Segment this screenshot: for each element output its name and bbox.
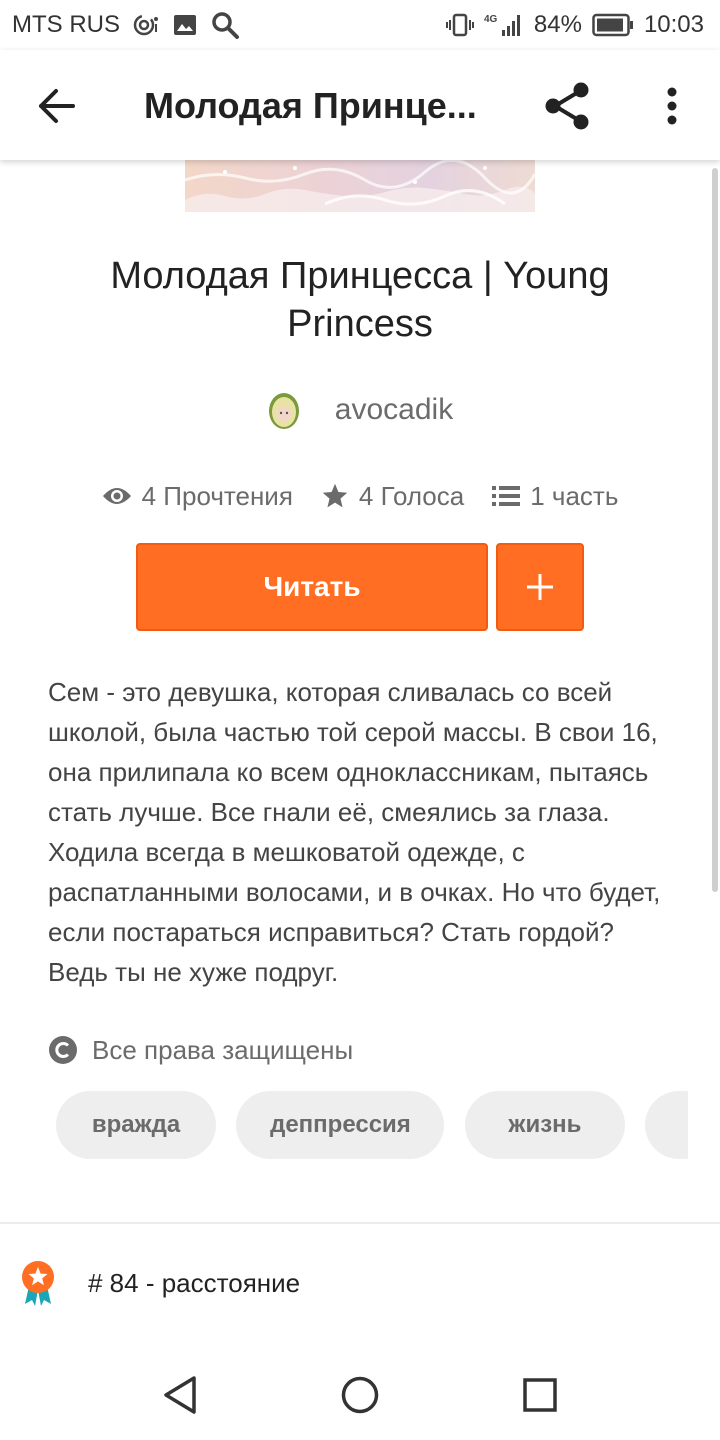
ranking-label[interactable]: # 84 - расстояние xyxy=(88,1268,300,1299)
story-description: Сем - это девушка, которая сливалась со … xyxy=(48,677,661,987)
share-button[interactable] xyxy=(540,78,596,134)
copyright-row: Все права защищены xyxy=(48,1030,353,1070)
reads-stat: 4 Прочтения xyxy=(102,481,293,512)
parts-stat: 1 часть xyxy=(492,481,618,512)
tag-chip[interactable]: ... xyxy=(645,1091,688,1159)
system-nav-bar xyxy=(0,1350,720,1440)
tag-chip[interactable]: деппрессия xyxy=(236,1091,445,1159)
reads-count: 4 Прочтения xyxy=(141,480,293,511)
copyright-label: Все права защищены xyxy=(92,1034,354,1065)
author-name[interactable]: avocadik xyxy=(335,393,453,427)
signal-icon: 4G xyxy=(484,11,524,39)
copyright-icon xyxy=(49,1036,77,1064)
image-icon xyxy=(172,12,198,38)
list-icon xyxy=(492,486,521,506)
app-bar-title: Молодая Принце... xyxy=(144,85,477,126)
nav-recents-icon xyxy=(523,1378,557,1412)
clock: 10:03 xyxy=(643,11,704,38)
battery-percent: 84% xyxy=(533,11,582,38)
battery-icon xyxy=(592,13,634,37)
vibrate-icon xyxy=(445,11,474,39)
nav-recents-button[interactable] xyxy=(515,1370,565,1420)
carrier-label: MTS RUS xyxy=(12,11,120,38)
network-label: 4G xyxy=(484,14,498,25)
share-icon xyxy=(545,82,589,130)
nav-back-button[interactable] xyxy=(155,1370,205,1420)
nav-back-icon xyxy=(164,1376,196,1414)
hotspot-icon xyxy=(132,11,160,39)
eye-icon xyxy=(102,488,131,504)
nav-home-icon xyxy=(341,1376,379,1414)
avatar xyxy=(268,393,299,429)
tag-chip[interactable]: жизнь xyxy=(464,1091,625,1159)
read-button[interactable]: Читать xyxy=(136,543,488,631)
story-title: Молодая Принцесса | Young Princess xyxy=(110,255,610,345)
ranking-badge-icon xyxy=(22,1261,54,1306)
plus-icon xyxy=(527,574,553,600)
star-icon xyxy=(322,483,348,508)
story-stats: 4 Прочтения 4 Голоса 1 часть xyxy=(0,476,720,516)
parts-count: 1 часть xyxy=(530,480,619,511)
votes-stat: 4 Голоса xyxy=(321,481,464,512)
votes-count: 4 Голоса xyxy=(358,480,465,511)
scrollbar[interactable] xyxy=(712,168,718,892)
nav-home-button[interactable] xyxy=(335,1370,385,1420)
back-button[interactable] xyxy=(30,80,82,132)
status-bar: MTS RUS 4G 84% 10:03 xyxy=(0,0,720,50)
app-bar: Молодая Принце... xyxy=(0,50,720,160)
search-icon xyxy=(210,10,240,40)
tag-list[interactable]: вражда деппрессия жизнь ... xyxy=(56,1091,688,1159)
ranking-row[interactable]: # 84 - расстояние xyxy=(20,1258,700,1308)
add-to-library-button[interactable] xyxy=(496,543,584,631)
more-options-button[interactable] xyxy=(648,78,696,134)
story-details-screen: MTS RUS 4G 84% 10:03 Молодая Принце... М… xyxy=(0,0,720,1440)
divider xyxy=(0,1222,720,1224)
more-vert-icon xyxy=(667,87,677,125)
cover-image xyxy=(185,160,535,212)
author-row[interactable]: avocadik xyxy=(0,386,720,434)
tag-chip[interactable]: вражда xyxy=(56,1091,216,1159)
arrow-back-icon xyxy=(39,89,75,123)
